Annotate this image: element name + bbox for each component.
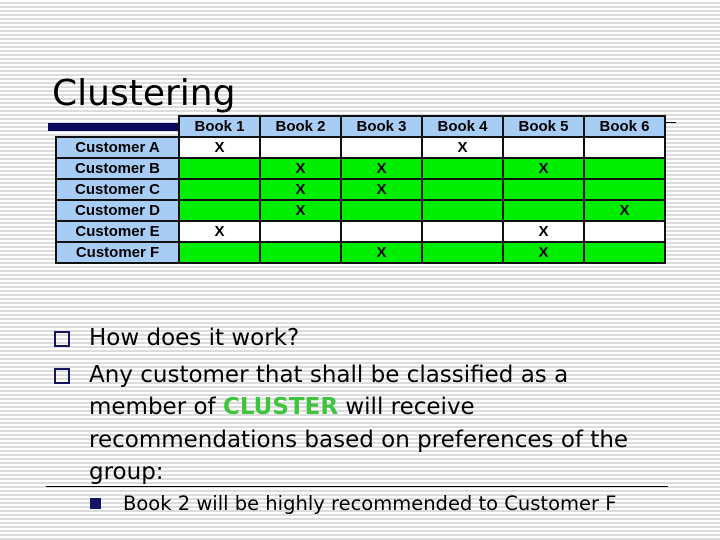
divider-line xyxy=(46,486,668,487)
bullet-item: How does it work? xyxy=(52,322,672,355)
table-cell: X xyxy=(504,222,585,241)
table-cell: X xyxy=(180,138,261,157)
table-cell xyxy=(585,243,664,262)
bullet-text: How does it work? xyxy=(89,325,300,351)
table-cell: X xyxy=(261,201,342,220)
table-cell: X xyxy=(342,159,423,178)
column-header: Book 4 xyxy=(423,117,504,137)
table-row: Customer EXX xyxy=(57,220,664,241)
slide-title: Clustering xyxy=(52,73,236,114)
table-cell: X xyxy=(585,201,664,220)
table-cell xyxy=(180,180,261,199)
table-cell xyxy=(180,243,261,262)
row-header: Customer C xyxy=(57,180,180,199)
table-cell xyxy=(342,222,423,241)
cluster-emphasis: CLUSTER xyxy=(222,394,339,420)
sub-bullet-text: Book 2 will be highly recommended to Cus… xyxy=(123,492,617,515)
row-header: Customer D xyxy=(57,201,180,220)
table-row: Customer D X X xyxy=(57,199,664,220)
table-cell xyxy=(423,180,504,199)
table-row: Customer F X X xyxy=(57,241,664,262)
table-cell: X xyxy=(342,180,423,199)
table-cell xyxy=(585,138,664,157)
bullet-list: How does it work? Any customer that shal… xyxy=(52,322,672,493)
table-cell xyxy=(585,180,664,199)
row-header: Customer A xyxy=(57,138,180,157)
table-cell xyxy=(261,138,342,157)
hollow-square-bullet-icon xyxy=(54,367,70,384)
title-underline-bar xyxy=(48,123,180,131)
table-cell xyxy=(423,201,504,220)
table-cell xyxy=(423,159,504,178)
table-cell xyxy=(180,159,261,178)
hollow-square-bullet-icon xyxy=(54,331,70,347)
table-cell xyxy=(585,159,664,178)
table-cell: X xyxy=(504,243,585,262)
sub-bullet-item: Book 2 will be highly recommended to Cus… xyxy=(90,490,713,517)
table-cell: X xyxy=(423,138,504,157)
table-row: Customer BXXX xyxy=(57,157,664,178)
filled-square-bullet-icon xyxy=(90,498,101,509)
customer-book-table: Customer A X X Customer B X X X Customer C X X Cus… xyxy=(55,136,666,264)
table-cell xyxy=(180,201,261,220)
column-header: Book 5 xyxy=(504,117,585,137)
table-cell xyxy=(423,243,504,262)
column-header: Book 1 xyxy=(180,117,261,137)
table-cell: X xyxy=(342,243,423,262)
table-cell xyxy=(504,138,585,157)
row-header: Customer E xyxy=(57,222,180,241)
bullet-item: Any customer that shall be classified as… xyxy=(52,359,672,489)
table-cell xyxy=(261,222,342,241)
table-row: Customer AXX xyxy=(57,138,664,157)
table-cell: X xyxy=(261,180,342,199)
table-cell xyxy=(261,243,342,262)
table-cell xyxy=(342,138,423,157)
column-header: Book 2 xyxy=(261,117,342,137)
column-header: Book 3 xyxy=(342,117,423,137)
row-header: Customer F xyxy=(57,243,180,262)
table-cell: X xyxy=(180,222,261,241)
table-row: Customer C XX xyxy=(57,178,664,199)
title-underline-line xyxy=(666,122,676,123)
table-header-row: Book 1 Book 2 Book 3 Book 4 Book 5 Book … xyxy=(178,115,666,137)
table-cell: X xyxy=(261,159,342,178)
table-cell xyxy=(585,222,664,241)
column-header: Book 6 xyxy=(599,118,650,135)
table-cell xyxy=(342,201,423,220)
table-cell xyxy=(504,201,585,220)
row-header: Customer B xyxy=(57,159,180,178)
table-cell: X xyxy=(504,159,585,178)
table-cell xyxy=(504,180,585,199)
table-cell xyxy=(423,222,504,241)
